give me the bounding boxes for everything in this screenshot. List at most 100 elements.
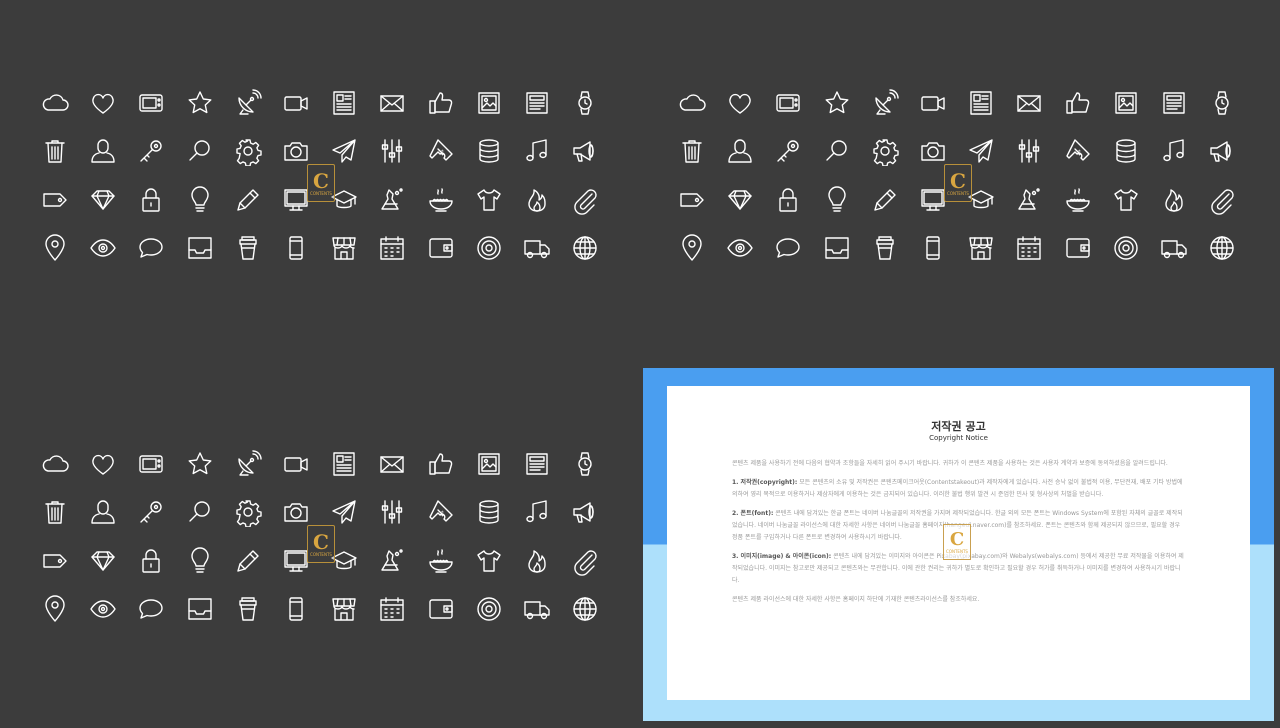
pencil-icon [233,185,263,215]
disc-icon [474,233,504,263]
document-icon [522,88,552,118]
newspaper-icon [329,449,359,479]
notice-section-heading: 1. 저작권(copyright): [732,479,798,486]
pencil-icon [870,185,900,215]
lightbulb-icon [822,185,852,215]
smartphone-icon [281,233,311,263]
user-icon [88,497,118,527]
eye-icon [88,233,118,263]
speech-bubble-icon [136,233,166,263]
svg-text:$: $ [440,149,444,157]
store-icon [966,233,996,263]
paper-plane-icon [329,497,359,527]
flask-icon [1014,185,1044,215]
globe-icon [570,594,600,624]
star-icon [185,449,215,479]
globe-icon [570,233,600,263]
paper-plane-icon [329,136,359,166]
lock-icon [773,185,803,215]
store-icon [329,594,359,624]
image-icon [474,88,504,118]
watch-icon [570,449,600,479]
coffee-cup-icon [233,594,263,624]
trash-icon [677,136,707,166]
music-note-icon [522,136,552,166]
paperclip-icon [570,546,600,576]
music-note-icon [1159,136,1189,166]
notice-subtitle: Copyright Notice [929,434,988,442]
satellite-dish-icon [233,449,263,479]
key-icon [136,497,166,527]
thumbs-up-icon [426,88,456,118]
music-note-icon [522,497,552,527]
tv-icon [773,88,803,118]
tag-icon [40,185,70,215]
food-bowl-icon [426,185,456,215]
notice-section-text: 모든 콘텐츠의 소유 및 저작권은 콘텐츠메이크어웃(Contentstakeo… [732,479,1183,498]
disc-icon [1111,233,1141,263]
paperclip-icon [570,185,600,215]
inbox-icon [822,233,852,263]
satellite-dish-icon [870,88,900,118]
lock-icon [136,546,166,576]
database-icon [1111,136,1141,166]
gear-icon [233,497,263,528]
heart-icon [88,88,118,118]
video-camera-icon [281,88,311,118]
globe-icon [1207,233,1237,263]
lock-icon [136,185,166,215]
truck-icon [522,233,552,263]
user-icon [725,136,755,166]
trash-icon [40,497,70,527]
coffee-cup-icon [233,233,263,263]
magnifier-icon [822,136,852,166]
video-camera-icon [918,88,948,118]
notice-section-heading: 2. 폰트(font): [732,510,774,517]
food-bowl-icon [426,546,456,576]
heart-icon [88,449,118,479]
truck-icon [1159,233,1189,263]
sliders-icon [377,497,407,527]
lightbulb-icon [185,546,215,576]
tshirt-icon [474,185,504,215]
notice-section-copyright: 1. 저작권(copyright): 모든 콘텐츠의 소유 및 저작권은 콘텐츠… [732,477,1187,501]
watermark-logo: C CONTENTS [307,164,335,202]
watermark-logo: C CONTENTS [307,525,335,563]
cloud-icon [40,88,70,118]
map-pin-icon [40,594,70,624]
map-pin-icon [677,233,707,263]
notice-title: 저작권 공고 [931,420,986,433]
magnifier-icon [185,497,215,527]
calendar-icon [377,233,407,263]
eye-icon [88,594,118,624]
ticket-icon: $ [426,497,456,527]
flame-icon [522,185,552,215]
key-icon [136,136,166,166]
key-icon [773,136,803,166]
thumbs-up-icon [426,449,456,479]
mail-icon [377,449,407,479]
wallet-icon [1063,233,1093,263]
document-icon [1159,88,1189,118]
paper-plane-icon [966,136,996,166]
tshirt-icon [1111,185,1141,215]
notice-outro: 콘텐츠 제품 라이선스에 대한 자세한 사항은 홈페이지 하단에 기재한 콘텐츠… [732,596,980,603]
copyright-notice-slide: 저작권 공고 Copyright Notice 콘텐츠 제품을 사용하기 전에 … [643,368,1274,721]
newspaper-icon [966,88,996,118]
calendar-icon [1014,233,1044,263]
star-icon [185,88,215,118]
truck-icon [522,594,552,624]
megaphone-icon [570,497,600,527]
lightbulb-icon [185,185,215,215]
thumbs-up-icon [1063,88,1093,118]
camera-icon [918,136,948,166]
watermark-logo: C CONTENTS [943,524,971,560]
tv-icon [136,88,166,118]
coffee-cup-icon [870,233,900,263]
smartphone-icon [918,233,948,263]
newspaper-icon [329,88,359,118]
store-icon [329,233,359,263]
cloud-icon [677,88,707,118]
svg-text:$: $ [440,510,444,518]
gear-icon [870,136,900,167]
